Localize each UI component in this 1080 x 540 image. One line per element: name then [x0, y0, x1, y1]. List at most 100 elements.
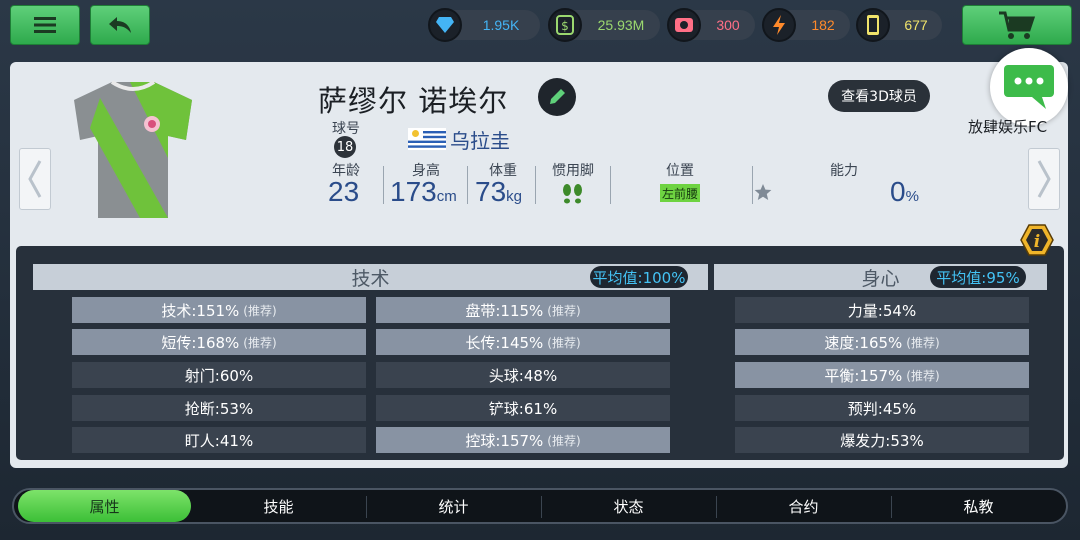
cart-icon — [999, 11, 1036, 39]
next-player-button[interactable] — [1028, 148, 1060, 210]
recommended-tag: (推荐) — [906, 368, 940, 383]
attribute-value: 预判:45% — [847, 399, 917, 418]
currency-cash[interactable]: $ 25.93M — [548, 8, 660, 42]
attribute-cell[interactable]: 力量:54% — [735, 297, 1029, 323]
physical-title: 身心 — [861, 267, 900, 290]
info-button[interactable]: i — [1020, 224, 1054, 256]
tab-divider — [366, 496, 367, 518]
attribute-value: 铲球:61% — [488, 399, 558, 418]
cash-icon: $ — [548, 8, 582, 42]
attribute-cell[interactable]: 控球:157% (推荐) — [376, 427, 670, 453]
tab-divider — [716, 496, 717, 518]
attribute-cell[interactable]: 长传:145% (推荐) — [376, 329, 670, 355]
technique-title: 技术 — [351, 267, 390, 290]
chat-bubble-icon — [1004, 65, 1054, 109]
currency-value: 182 — [811, 17, 835, 33]
attribute-value: 长传:145% — [465, 333, 544, 352]
recommended-tag: (推荐) — [547, 433, 581, 448]
back-arrow-icon — [109, 17, 131, 33]
divider — [610, 166, 611, 204]
menu-button[interactable] — [10, 5, 80, 45]
tab-2[interactable]: 统计 — [367, 490, 540, 522]
attribute-cell[interactable]: 技术:151% (推荐) — [72, 297, 366, 323]
attribute-value: 盘带:115% — [465, 301, 544, 320]
attribute-cell[interactable]: 短传:168% (推荐) — [72, 329, 366, 355]
attribute-value: 平衡:157% — [824, 366, 903, 385]
currency-value: 1.95K — [482, 17, 520, 33]
number-label: 球号 — [332, 121, 360, 137]
attribute-value: 速度:165% — [824, 333, 903, 352]
shop-button[interactable] — [962, 5, 1072, 45]
attribute-cell[interactable]: 平衡:157% (推荐) — [735, 362, 1029, 388]
attribute-value: 力量:54% — [847, 301, 917, 320]
chevron-right-icon — [1037, 160, 1051, 198]
lightning-icon — [762, 8, 796, 42]
ticket-icon — [667, 8, 701, 42]
card-icon — [856, 8, 890, 42]
position-label: 位置 — [666, 163, 694, 179]
attribute-value: 射门:60% — [184, 366, 254, 385]
foot-label: 惯用脚 — [552, 163, 594, 179]
physical-average: 平均值:95% — [930, 266, 1026, 288]
back-button[interactable] — [90, 5, 150, 45]
attribute-value: 抢断:53% — [184, 399, 254, 418]
jersey-image — [74, 80, 192, 218]
currency-value: 25.93M — [597, 17, 645, 33]
star-icon — [754, 184, 772, 200]
recommended-tag: (推荐) — [547, 335, 581, 350]
currency-value: 677 — [904, 17, 928, 33]
attribute-cell[interactable]: 抢断:53% — [72, 395, 366, 421]
attribute-cell[interactable]: 头球:48% — [376, 362, 670, 388]
divider — [467, 166, 468, 204]
diamond-icon — [428, 8, 462, 42]
attribute-cell[interactable]: 盘带:115% (推荐) — [376, 297, 670, 323]
tab-divider — [891, 496, 892, 518]
svg-text:i: i — [1034, 232, 1040, 252]
currency-card[interactable]: 677 — [856, 8, 942, 42]
attribute-value: 技术:151% — [161, 301, 240, 320]
attribute-cell[interactable]: 速度:165% (推荐) — [735, 329, 1029, 355]
jersey-number-badge: 18 — [334, 136, 356, 158]
recommended-tag: (推荐) — [547, 303, 581, 318]
attribute-value: 短传:168% — [161, 333, 240, 352]
currency-diamond[interactable]: 1.95K — [428, 8, 540, 42]
attribute-cell[interactable]: 爆发力:53% — [735, 427, 1029, 453]
position-badge: 左前腰 — [660, 184, 700, 202]
chevron-left-icon — [28, 160, 42, 198]
recommended-tag: (推荐) — [243, 303, 277, 318]
tab-5[interactable]: 私教 — [892, 490, 1065, 522]
view-3d-player-button[interactable]: 查看3D球员 — [828, 80, 930, 112]
tab-0[interactable]: 属性 — [18, 490, 191, 522]
tab-3[interactable]: 状态 — [542, 490, 715, 522]
chat-button[interactable] — [990, 48, 1068, 126]
uruguay-flag-icon — [408, 128, 446, 150]
technique-average: 平均值:100% — [590, 266, 688, 288]
club-name: 放肆娱乐FC — [968, 118, 1048, 136]
prev-player-button[interactable] — [19, 148, 51, 210]
divider — [383, 166, 384, 204]
nation-name: 乌拉圭 — [450, 129, 510, 153]
attribute-cell[interactable]: 射门:60% — [72, 362, 366, 388]
info-icon: i — [1020, 224, 1054, 256]
attribute-cell[interactable]: 盯人:41% — [72, 427, 366, 453]
attribute-value: 爆发力:53% — [840, 431, 924, 450]
tab-1[interactable]: 技能 — [192, 490, 365, 522]
currency-value: 300 — [716, 17, 740, 33]
svg-text:$: $ — [561, 19, 569, 33]
hamburger-icon — [34, 17, 56, 33]
attribute-cell[interactable]: 铲球:61% — [376, 395, 670, 421]
tab-divider — [541, 496, 542, 518]
player-name: 萨缪尔 诺埃尔 — [318, 84, 509, 118]
tab-4[interactable]: 合约 — [717, 490, 890, 522]
pencil-icon — [550, 89, 565, 104]
currency-energy[interactable]: 182 — [762, 8, 850, 42]
recommended-tag: (推荐) — [906, 335, 940, 350]
recommended-tag: (推荐) — [243, 335, 277, 350]
divider — [535, 166, 536, 204]
attribute-value: 头球:48% — [488, 366, 558, 385]
edit-name-button[interactable] — [538, 78, 576, 116]
ability-label: 能力 — [830, 163, 858, 179]
currency-ticket[interactable]: 300 — [667, 8, 755, 42]
footprint-icon — [563, 184, 582, 204]
attribute-cell[interactable]: 预判:45% — [735, 395, 1029, 421]
